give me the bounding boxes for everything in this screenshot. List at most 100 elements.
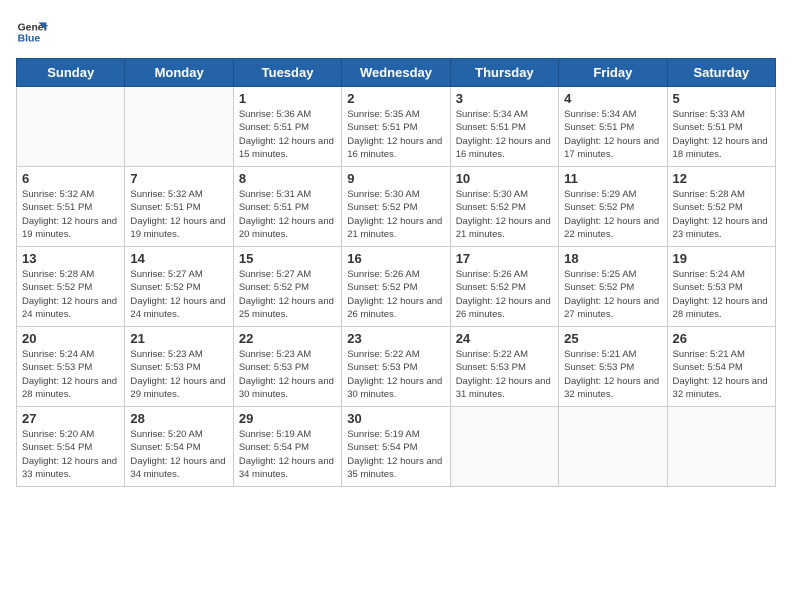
calendar-header-row: SundayMondayTuesdayWednesdayThursdayFrid… [17,59,776,87]
calendar-cell [125,87,233,167]
day-detail: Sunrise: 5:23 AMSunset: 5:53 PMDaylight:… [130,348,227,401]
day-detail: Sunrise: 5:36 AMSunset: 5:51 PMDaylight:… [239,108,336,161]
calendar-week-1: 1Sunrise: 5:36 AMSunset: 5:51 PMDaylight… [17,87,776,167]
calendar-week-3: 13 Sunrise: 5:28 AMSunset: 5:52 PMDayligh… [17,247,776,327]
calendar-cell [559,407,667,487]
calendar-cell: 1Sunrise: 5:36 AMSunset: 5:51 PMDaylight… [233,87,341,167]
svg-text:Blue: Blue [18,34,41,45]
day-detail: Sunrise: 5:20 AMSunset: 5:54 PMDaylight:… [130,428,227,481]
calendar-cell: 19 Sunrise: 5:24 AMSunset: 5:53 PMDayligh… [667,247,775,327]
calendar-week-4: 20 Sunrise: 5:24 AMSunset: 5:53 PMDayligh… [17,327,776,407]
calendar-cell [450,407,558,487]
day-detail: Sunrise: 5:21 AMSunset: 5:53 PMDaylight:… [564,348,661,401]
calendar-body: 1Sunrise: 5:36 AMSunset: 5:51 PMDaylight… [17,87,776,487]
day-number: 22 [239,331,336,346]
calendar-cell: 28 Sunrise: 5:20 AMSunset: 5:54 PMDayligh… [125,407,233,487]
day-detail: Sunrise: 5:21 AMSunset: 5:54 PMDaylight:… [673,348,770,401]
day-number: 10 [456,171,553,186]
day-header-friday: Friday [559,59,667,87]
day-number: 11 [564,171,661,186]
day-number: 17 [456,251,553,266]
day-header-tuesday: Tuesday [233,59,341,87]
calendar-cell: 11 Sunrise: 5:29 AMSunset: 5:52 PMDayligh… [559,167,667,247]
calendar-week-2: 6Sunrise: 5:32 AMSunset: 5:51 PMDaylight… [17,167,776,247]
day-detail: Sunrise: 5:24 AMSunset: 5:53 PMDaylight:… [22,348,119,401]
day-detail: Sunrise: 5:34 AMSunset: 5:51 PMDaylight:… [456,108,553,161]
day-number: 24 [456,331,553,346]
calendar-cell: 27 Sunrise: 5:20 AMSunset: 5:54 PMDayligh… [17,407,125,487]
day-detail: Sunrise: 5:27 AMSunset: 5:52 PMDaylight:… [239,268,336,321]
calendar-cell: 17Sunrise: 5:26 AMSunset: 5:52 PMDayligh… [450,247,558,327]
day-number: 14 [130,251,227,266]
day-number: 8 [239,171,336,186]
calendar-cell: 16Sunrise: 5:26 AMSunset: 5:52 PMDayligh… [342,247,450,327]
calendar-cell: 10 Sunrise: 5:30 AMSunset: 5:52 PMDayligh… [450,167,558,247]
calendar-week-5: 27 Sunrise: 5:20 AMSunset: 5:54 PMDayligh… [17,407,776,487]
calendar-cell: 29Sunrise: 5:19 AMSunset: 5:54 PMDayligh… [233,407,341,487]
day-detail: Sunrise: 5:20 AMSunset: 5:54 PMDaylight:… [22,428,119,481]
calendar-cell: 5 Sunrise: 5:33 AMSunset: 5:51 PMDaylight… [667,87,775,167]
day-number: 3 [456,91,553,106]
day-detail: Sunrise: 5:31 AMSunset: 5:51 PMDaylight:… [239,188,336,241]
day-detail: Sunrise: 5:29 AMSunset: 5:52 PMDaylight:… [564,188,661,241]
day-detail: Sunrise: 5:33 AMSunset: 5:51 PMDaylight:… [673,108,770,161]
day-number: 27 [22,411,119,426]
calendar-cell: 18Sunrise: 5:25 AMSunset: 5:52 PMDayligh… [559,247,667,327]
calendar-cell: 30 Sunrise: 5:19 AMSunset: 5:54 PMDayligh… [342,407,450,487]
day-detail: Sunrise: 5:34 AMSunset: 5:51 PMDaylight:… [564,108,661,161]
day-header-saturday: Saturday [667,59,775,87]
calendar-cell: 7 Sunrise: 5:32 AMSunset: 5:51 PMDaylight… [125,167,233,247]
day-detail: Sunrise: 5:28 AMSunset: 5:52 PMDaylight:… [22,268,119,321]
calendar-table: SundayMondayTuesdayWednesdayThursdayFrid… [16,58,776,487]
day-header-thursday: Thursday [450,59,558,87]
day-detail: Sunrise: 5:27 AMSunset: 5:52 PMDaylight:… [130,268,227,321]
logo-icon: General Blue [16,16,48,48]
day-detail: Sunrise: 5:26 AMSunset: 5:52 PMDaylight:… [347,268,444,321]
calendar-cell: 12 Sunrise: 5:28 AMSunset: 5:52 PMDayligh… [667,167,775,247]
day-detail: Sunrise: 5:19 AMSunset: 5:54 PMDaylight:… [239,428,336,481]
day-detail: Sunrise: 5:22 AMSunset: 5:53 PMDaylight:… [347,348,444,401]
day-number: 30 [347,411,444,426]
day-number: 5 [673,91,770,106]
calendar-cell: 15 Sunrise: 5:27 AMSunset: 5:52 PMDayligh… [233,247,341,327]
day-number: 9 [347,171,444,186]
day-detail: Sunrise: 5:22 AMSunset: 5:53 PMDaylight:… [456,348,553,401]
day-detail: Sunrise: 5:32 AMSunset: 5:51 PMDaylight:… [130,188,227,241]
day-number: 7 [130,171,227,186]
day-detail: Sunrise: 5:35 AMSunset: 5:51 PMDaylight:… [347,108,444,161]
calendar-cell: 9 Sunrise: 5:30 AMSunset: 5:52 PMDaylight… [342,167,450,247]
calendar-cell: 21 Sunrise: 5:23 AMSunset: 5:53 PMDayligh… [125,327,233,407]
day-detail: Sunrise: 5:32 AMSunset: 5:51 PMDaylight:… [22,188,119,241]
calendar-cell: 22 Sunrise: 5:23 AMSunset: 5:53 PMDayligh… [233,327,341,407]
day-detail: Sunrise: 5:24 AMSunset: 5:53 PMDaylight:… [673,268,770,321]
day-detail: Sunrise: 5:23 AMSunset: 5:53 PMDaylight:… [239,348,336,401]
calendar-cell: 4 Sunrise: 5:34 AMSunset: 5:51 PMDaylight… [559,87,667,167]
day-number: 12 [673,171,770,186]
calendar-cell: 26 Sunrise: 5:21 AMSunset: 5:54 PMDayligh… [667,327,775,407]
day-number: 4 [564,91,661,106]
day-detail: Sunrise: 5:25 AMSunset: 5:52 PMDaylight:… [564,268,661,321]
day-number: 21 [130,331,227,346]
day-number: 28 [130,411,227,426]
header: General Blue [16,16,776,48]
day-number: 13 [22,251,119,266]
calendar-cell: 24 Sunrise: 5:22 AMSunset: 5:53 PMDayligh… [450,327,558,407]
calendar-cell: 25Sunrise: 5:21 AMSunset: 5:53 PMDayligh… [559,327,667,407]
calendar-cell: 14 Sunrise: 5:27 AMSunset: 5:52 PMDayligh… [125,247,233,327]
day-detail: Sunrise: 5:30 AMSunset: 5:52 PMDaylight:… [456,188,553,241]
calendar-cell [17,87,125,167]
day-number: 20 [22,331,119,346]
day-detail: Sunrise: 5:30 AMSunset: 5:52 PMDaylight:… [347,188,444,241]
day-number: 15 [239,251,336,266]
day-detail: Sunrise: 5:19 AMSunset: 5:54 PMDaylight:… [347,428,444,481]
calendar-cell: 8 Sunrise: 5:31 AMSunset: 5:51 PMDaylight… [233,167,341,247]
calendar-cell: 23 Sunrise: 5:22 AMSunset: 5:53 PMDayligh… [342,327,450,407]
day-number: 19 [673,251,770,266]
day-detail: Sunrise: 5:28 AMSunset: 5:52 PMDaylight:… [673,188,770,241]
day-number: 26 [673,331,770,346]
day-header-monday: Monday [125,59,233,87]
calendar-cell [667,407,775,487]
calendar-cell: 13 Sunrise: 5:28 AMSunset: 5:52 PMDayligh… [17,247,125,327]
day-number: 23 [347,331,444,346]
calendar-cell: 3 Sunrise: 5:34 AMSunset: 5:51 PMDaylight… [450,87,558,167]
